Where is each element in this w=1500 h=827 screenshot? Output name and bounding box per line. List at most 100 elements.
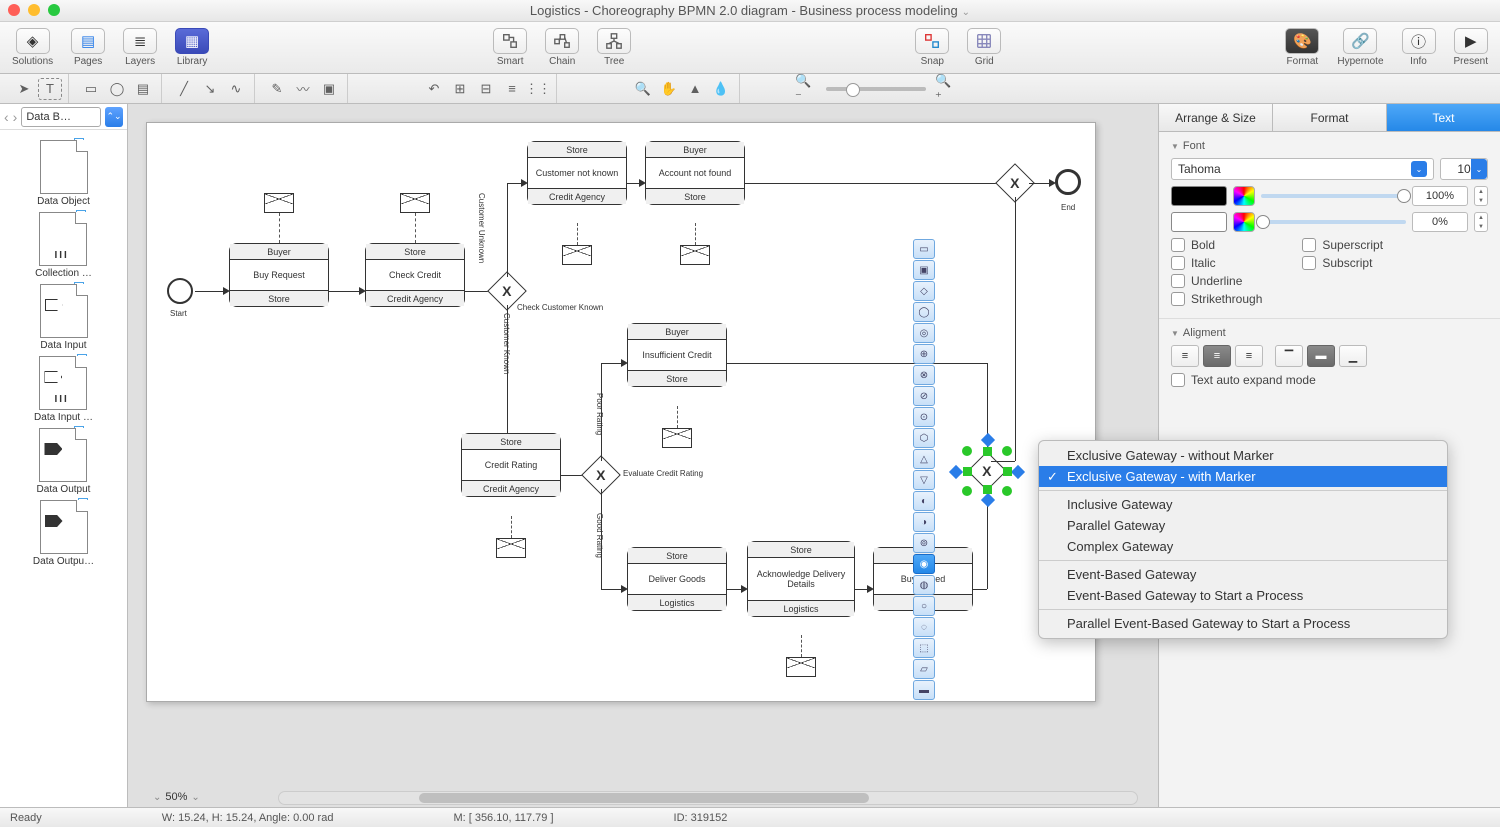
superscript-checkbox[interactable]: Superscript	[1302, 238, 1383, 252]
font-family-select[interactable]: Tahoma⌄	[1171, 158, 1434, 180]
smart-opt-icon[interactable]: ⊘	[913, 386, 935, 406]
tree-button[interactable]: Tree	[597, 28, 631, 67]
pointer-tool-icon[interactable]: ➤	[12, 78, 36, 100]
opacity-stepper-2[interactable]: ▲▼	[1474, 212, 1488, 232]
strikethrough-checkbox[interactable]: Strikethrough	[1171, 292, 1262, 306]
zoom-slider[interactable]	[826, 87, 926, 91]
group-icon[interactable]: ⊞	[448, 78, 472, 100]
smart-opt-icon[interactable]: ▽	[913, 470, 935, 490]
underline-checkbox[interactable]: Underline	[1171, 274, 1262, 288]
undo-icon[interactable]: ↶	[422, 78, 446, 100]
selected-gateway[interactable]: X	[957, 441, 1017, 501]
bezier-tool-icon[interactable]: 〰	[291, 78, 315, 100]
layers-button[interactable]: ≣Layers	[123, 28, 157, 67]
smart-opt-icon[interactable]: ▬	[913, 680, 935, 700]
opacity-stepper-1[interactable]: ▲▼	[1474, 186, 1488, 206]
zoom-in-icon[interactable]: 🔍⁺	[934, 78, 958, 100]
task-customer-not-known[interactable]: Store Customer not known Credit Agency	[527, 141, 627, 205]
connector-tool-icon[interactable]: ↘	[198, 78, 222, 100]
smart-opt-icon[interactable]: ◇	[913, 281, 935, 301]
smart-opt-icon[interactable]: ⊗	[913, 365, 935, 385]
italic-checkbox[interactable]: Italic	[1171, 256, 1262, 270]
zoom-out-icon[interactable]: 🔍⁻	[794, 78, 818, 100]
library-selector[interactable]: Data B…	[21, 107, 101, 127]
library-shape-data-outpu-[interactable]: Data Outpu…	[33, 498, 94, 567]
tab-text[interactable]: Text	[1387, 104, 1500, 131]
distribute-icon[interactable]: ⋮⋮	[526, 78, 550, 100]
fill-icon[interactable]: ▲	[683, 78, 707, 100]
line-tool-icon[interactable]: ╱	[172, 78, 196, 100]
valign-top-icon[interactable]: ▔	[1275, 345, 1303, 367]
smart-shape-palette[interactable]: ▭ ▣ ◇ ◯ ◎ ⊕ ⊗ ⊘ ⊙ ⬡ △ ▽ ◐ ◑ ⊚ ◉ ◍ ○ ◌ ⬚	[913, 239, 935, 700]
format-button[interactable]: 🎨Format	[1285, 28, 1319, 67]
opacity-value-1[interactable]: 100%	[1412, 186, 1468, 206]
ellipse-tool-icon[interactable]: ◯	[105, 78, 129, 100]
minimize-icon[interactable]	[28, 4, 40, 16]
valign-middle-icon[interactable]: ▬	[1307, 345, 1335, 367]
menu-inclusive-gateway[interactable]: Inclusive Gateway	[1039, 494, 1447, 515]
align-left-icon[interactable]: ≡	[1171, 345, 1199, 367]
smart-opt-icon[interactable]: ◍	[913, 575, 935, 595]
smart-opt-icon[interactable]: ⬡	[913, 428, 935, 448]
font-size-select[interactable]: 10⌄	[1440, 158, 1488, 180]
chain-button[interactable]: Chain	[545, 28, 579, 67]
task-acknowledge-delivery[interactable]: Store Acknowledge Delivery Details Logis…	[747, 541, 855, 617]
smart-opt-icon[interactable]: ⊚	[913, 533, 935, 553]
menu-event-based-start[interactable]: Event-Based Gateway to Start a Process	[1039, 585, 1447, 606]
alignment-section-header[interactable]: Aligment	[1171, 327, 1488, 339]
smart-opt-icon[interactable]: ▱	[913, 659, 935, 679]
canvas-area[interactable]: Start Buyer Buy Request Store Store Chec…	[128, 104, 1158, 807]
menu-event-based-gateway[interactable]: Event-Based Gateway	[1039, 564, 1447, 585]
solutions-button[interactable]: ◈Solutions	[12, 28, 53, 67]
smart-opt-icon[interactable]: ⊕	[913, 344, 935, 364]
task-account-not-found[interactable]: Buyer Account not found Store	[645, 141, 745, 205]
library-shape-data-output[interactable]: Data Output	[37, 426, 91, 495]
smart-button[interactable]: Smart	[493, 28, 527, 67]
end-event[interactable]	[1055, 169, 1081, 195]
library-shape-collection-[interactable]: IIICollection …	[35, 210, 92, 279]
text-color-swatch[interactable]	[1171, 186, 1227, 206]
zoom-display[interactable]: ⌄ 50% ⌄	[153, 791, 200, 803]
start-event[interactable]	[167, 278, 193, 304]
library-shape-data-object[interactable]: Data Object	[37, 138, 90, 207]
opacity-value-2[interactable]: 0%	[1412, 212, 1468, 232]
horizontal-scrollbar[interactable]	[278, 791, 1138, 805]
hand-icon[interactable]: ✋	[657, 78, 681, 100]
menu-exclusive-with-marker[interactable]: ✓Exclusive Gateway - with Marker	[1039, 466, 1447, 487]
smart-opt-icon[interactable]: ⊙	[913, 407, 935, 427]
snap-button[interactable]: Snap	[915, 28, 949, 67]
diagram-canvas[interactable]: Start Buyer Buy Request Store Store Chec…	[146, 122, 1096, 702]
subscript-checkbox[interactable]: Subscript	[1302, 256, 1383, 270]
smart-opt-icon[interactable]: ◎	[913, 323, 935, 343]
align-icon[interactable]: ≡	[500, 78, 524, 100]
stamp-tool-icon[interactable]: ▣	[317, 78, 341, 100]
smart-opt-icon[interactable]: ⬚	[913, 638, 935, 658]
pen-tool-icon[interactable]: ✎	[265, 78, 289, 100]
curve-tool-icon[interactable]: ∿	[224, 78, 248, 100]
valign-bottom-icon[interactable]: ▁	[1339, 345, 1367, 367]
gateway-context-menu[interactable]: Exclusive Gateway - without Marker ✓Excl…	[1038, 440, 1448, 639]
task-buy-request[interactable]: Buyer Buy Request Store	[229, 243, 329, 307]
opacity-slider-1[interactable]	[1261, 194, 1406, 198]
library-button[interactable]: ▦Library	[175, 28, 209, 67]
smart-opt-icon[interactable]: ◯	[913, 302, 935, 322]
bg-color-swatch[interactable]	[1171, 212, 1227, 232]
menu-complex-gateway[interactable]: Complex Gateway	[1039, 536, 1447, 557]
align-right-icon[interactable]: ≡	[1235, 345, 1263, 367]
smart-opt-icon[interactable]: ◑	[913, 512, 935, 532]
menu-exclusive-no-marker[interactable]: Exclusive Gateway - without Marker	[1039, 445, 1447, 466]
task-insufficient-credit[interactable]: Buyer Insufficient Credit Store	[627, 323, 727, 387]
task-credit-rating[interactable]: Store Credit Rating Credit Agency	[461, 433, 561, 497]
close-icon[interactable]	[8, 4, 20, 16]
smart-opt-icon[interactable]: ▭	[913, 239, 935, 259]
info-button[interactable]: ⓘInfo	[1402, 28, 1436, 67]
text-auto-expand-checkbox[interactable]: Text auto expand mode	[1171, 373, 1488, 387]
table-tool-icon[interactable]: ▤	[131, 78, 155, 100]
rect-tool-icon[interactable]: ▭	[79, 78, 103, 100]
smart-opt-icon[interactable]: ○	[913, 596, 935, 616]
library-shape-data-input[interactable]: Data Input	[38, 282, 90, 351]
pages-button[interactable]: ▤Pages	[71, 28, 105, 67]
smart-opt-icon[interactable]: ▣	[913, 260, 935, 280]
text-tool-icon[interactable]: T	[38, 78, 62, 100]
menu-parallel-event-based-start[interactable]: Parallel Event-Based Gateway to Start a …	[1039, 613, 1447, 634]
